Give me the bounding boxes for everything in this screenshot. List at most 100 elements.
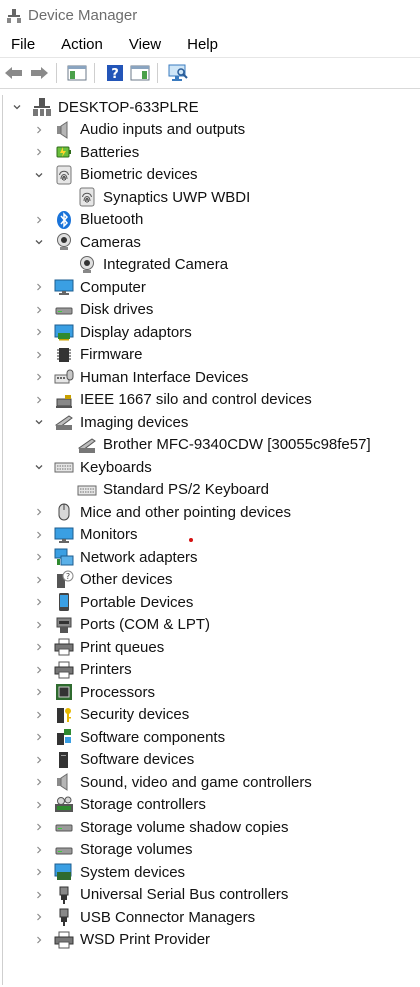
chevron-down-icon[interactable] bbox=[33, 416, 45, 428]
chevron-right-icon[interactable] bbox=[33, 799, 45, 811]
chevron-right-icon[interactable] bbox=[33, 934, 45, 946]
show-hide-action-pane-icon[interactable] bbox=[129, 62, 151, 84]
tree-category-human-interface-devices[interactable]: Human Interface Devices bbox=[3, 366, 420, 388]
tree-category-bluetooth[interactable]: Bluetooth bbox=[3, 209, 420, 231]
tree-item-label: Printers bbox=[80, 661, 132, 678]
chevron-down-icon[interactable] bbox=[11, 101, 23, 113]
chevron-right-icon[interactable] bbox=[33, 326, 45, 338]
chevron-right-icon[interactable] bbox=[33, 304, 45, 316]
tree-category-system-devices[interactable]: System devices bbox=[3, 861, 420, 883]
chevron-right-icon[interactable] bbox=[33, 124, 45, 136]
tree-category-network-adapters[interactable]: Network adapters bbox=[3, 546, 420, 568]
chevron-right-icon[interactable] bbox=[33, 686, 45, 698]
chevron-right-icon[interactable] bbox=[33, 371, 45, 383]
tree-category-other-devices[interactable]: Other devices bbox=[3, 569, 420, 591]
tree-category-monitors[interactable]: Monitors bbox=[3, 524, 420, 546]
tree-category-storage-volume-shadow-copies[interactable]: Storage volume shadow copies bbox=[3, 816, 420, 838]
webcam-icon bbox=[54, 232, 74, 252]
usb-key-icon bbox=[54, 390, 74, 410]
chevron-right-icon[interactable] bbox=[33, 529, 45, 541]
tree-category-cameras[interactable]: Cameras bbox=[3, 231, 420, 253]
tree-category-storage-controllers[interactable]: Storage controllers bbox=[3, 794, 420, 816]
chevron-right-icon[interactable] bbox=[33, 709, 45, 721]
tree-device-synaptics-uwp-wbdi[interactable]: Synaptics UWP WBDI bbox=[3, 186, 420, 208]
computer-tower-icon bbox=[32, 97, 52, 117]
chevron-right-icon[interactable] bbox=[33, 821, 45, 833]
tree-category-disk-drives[interactable]: Disk drives bbox=[3, 299, 420, 321]
menu-action[interactable]: Action bbox=[55, 36, 109, 53]
toolbar-divider bbox=[94, 63, 95, 83]
tree-category-print-queues[interactable]: Print queues bbox=[3, 636, 420, 658]
chevron-right-icon[interactable] bbox=[33, 844, 45, 856]
chevron-right-icon[interactable] bbox=[33, 574, 45, 586]
tree-root-computer[interactable]: DESKTOP-633PLRE bbox=[3, 96, 420, 118]
chevron-right-icon[interactable] bbox=[33, 641, 45, 653]
tree-category-keyboards[interactable]: Keyboards bbox=[3, 456, 420, 478]
tree-category-usb-connector-managers[interactable]: USB Connector Managers bbox=[3, 906, 420, 928]
chevron-down-icon[interactable] bbox=[33, 236, 45, 248]
scan-hardware-changes-icon[interactable] bbox=[167, 62, 189, 84]
processor-icon bbox=[54, 682, 74, 702]
chevron-right-icon[interactable] bbox=[33, 619, 45, 631]
tree-category-display-adaptors[interactable]: Display adaptors bbox=[3, 321, 420, 343]
chevron-right-icon[interactable] bbox=[33, 731, 45, 743]
tree-device-standard-ps-2-keyboard[interactable]: Standard PS/2 Keyboard bbox=[3, 479, 420, 501]
menu-file[interactable]: File bbox=[5, 36, 41, 53]
tree-category-ports-com-lpt[interactable]: Ports (COM & LPT) bbox=[3, 614, 420, 636]
tree-category-imaging-devices[interactable]: Imaging devices bbox=[3, 411, 420, 433]
tree-category-firmware[interactable]: Firmware bbox=[3, 344, 420, 366]
tree-device-brother-mfc-9340cdw-30055c98fe57[interactable]: Brother MFC-9340CDW [30055c98fe57] bbox=[3, 434, 420, 456]
tree-item-label: System devices bbox=[80, 863, 186, 881]
tree-category-biometric-devices[interactable]: Biometric devices bbox=[3, 164, 420, 186]
chevron-right-icon[interactable] bbox=[33, 551, 45, 563]
tree-category-mice-and-other-pointing-devices[interactable]: Mice and other pointing devices bbox=[3, 501, 420, 523]
chevron-right-icon[interactable] bbox=[33, 596, 45, 608]
menu-help[interactable]: Help bbox=[181, 36, 224, 53]
webcam-icon bbox=[77, 255, 97, 275]
tree-category-storage-volumes[interactable]: Storage volumes bbox=[3, 839, 420, 861]
tree-item-label: Network adapters bbox=[80, 548, 198, 566]
help-icon[interactable]: ? bbox=[104, 62, 126, 84]
chevron-right-icon[interactable] bbox=[33, 866, 45, 878]
tree-category-audio-inputs-and-outputs[interactable]: Audio inputs and outputs bbox=[3, 119, 420, 141]
tree-device-integrated-camera[interactable]: Integrated Camera bbox=[3, 254, 420, 276]
chevron-right-icon[interactable] bbox=[33, 281, 45, 293]
tree-category-sound-video-and-game-controllers[interactable]: Sound, video and game controllers bbox=[3, 771, 420, 793]
tree-category-printers[interactable]: Printers bbox=[3, 659, 420, 681]
tree-category-computer[interactable]: Computer bbox=[3, 276, 420, 298]
port-icon bbox=[54, 615, 74, 635]
tree-category-security-devices[interactable]: Security devices bbox=[3, 704, 420, 726]
tree-category-wsd-print-provider[interactable]: WSD Print Provider bbox=[3, 929, 420, 951]
chevron-right-icon[interactable] bbox=[33, 349, 45, 361]
bluetooth-icon bbox=[54, 210, 74, 230]
chevron-right-icon[interactable] bbox=[33, 889, 45, 901]
back-arrow-icon[interactable] bbox=[3, 62, 25, 84]
tree-item-label: DESKTOP-633PLRE bbox=[58, 98, 199, 116]
chevron-right-icon[interactable] bbox=[33, 664, 45, 676]
tree-item-label: Keyboards bbox=[80, 458, 152, 476]
chevron-right-icon[interactable] bbox=[33, 754, 45, 766]
tree-category-software-devices[interactable]: Software devices bbox=[3, 749, 420, 771]
chevron-right-icon[interactable] bbox=[33, 394, 45, 406]
chevron-right-icon[interactable] bbox=[33, 214, 45, 226]
tree-item-label: Processors bbox=[80, 683, 156, 701]
tree-category-processors[interactable]: Processors bbox=[3, 681, 420, 703]
mouse-icon bbox=[54, 502, 74, 522]
tree-category-software-components[interactable]: Software components bbox=[3, 726, 420, 748]
chevron-down-icon[interactable] bbox=[33, 461, 45, 473]
tree-item-label: Synaptics UWP WBDI bbox=[103, 188, 251, 206]
chevron-right-icon[interactable] bbox=[33, 146, 45, 158]
chevron-down-icon[interactable] bbox=[33, 169, 45, 181]
chevron-right-icon[interactable] bbox=[33, 776, 45, 788]
menu-view[interactable]: View bbox=[123, 36, 167, 53]
chevron-right-icon[interactable] bbox=[33, 911, 45, 923]
tree-item-label: Disk drives bbox=[80, 301, 154, 318]
tree-category-universal-serial-bus-controllers[interactable]: Universal Serial Bus controllers bbox=[3, 884, 420, 906]
tree-category-ieee-1667-silo-and-control-devices[interactable]: IEEE 1667 silo and control devices bbox=[3, 389, 420, 411]
chevron-right-icon[interactable] bbox=[33, 506, 45, 518]
tree-category-portable-devices[interactable]: Portable Devices bbox=[3, 591, 420, 613]
forward-arrow-icon[interactable] bbox=[28, 62, 50, 84]
tree-item-label: Storage volumes bbox=[80, 841, 193, 858]
tree-category-batteries[interactable]: Batteries bbox=[3, 141, 420, 163]
show-hide-console-tree-icon[interactable] bbox=[66, 62, 88, 84]
